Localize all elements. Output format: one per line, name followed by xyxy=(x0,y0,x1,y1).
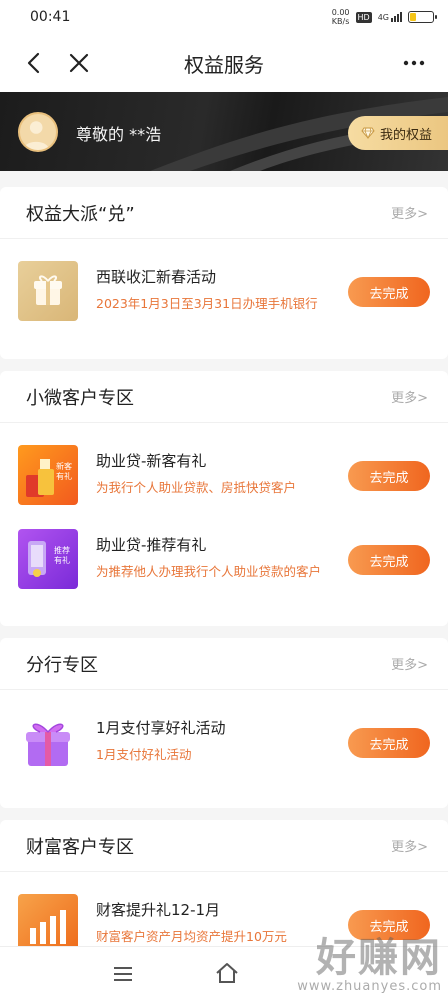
network-speed-value: 0.00 xyxy=(331,8,350,17)
user-avatar-icon xyxy=(23,121,49,150)
section-header: 小微客户专区 更多> xyxy=(0,371,448,423)
complete-button[interactable]: 去完成 xyxy=(348,277,430,307)
watermark-url: www.zhuanyes.com xyxy=(297,979,442,994)
thumb-text-1: 推荐 xyxy=(54,545,70,555)
section-title: 权益大派“兑” xyxy=(26,203,135,225)
more-link[interactable]: 更多> xyxy=(391,654,428,673)
list-item[interactable]: 西联收汇新春活动 2023年1月3日至3月31日办理手机银行 去完成 xyxy=(0,239,448,323)
home-icon[interactable] xyxy=(214,961,240,985)
menu-icon[interactable] xyxy=(112,965,134,983)
item-description: 财富客户资产月均资产提升10万元 xyxy=(96,929,287,944)
new-customer-gift-icon: 新客 有礼 xyxy=(18,445,78,505)
more-link[interactable]: 更多> xyxy=(391,836,428,855)
user-banner: 尊敬的 **浩 我的权益 xyxy=(0,92,448,171)
section-header: 财富客户专区 更多> xyxy=(0,820,448,872)
purple-gift-icon xyxy=(18,712,78,772)
item-title: 助业贷-新客有礼 xyxy=(96,452,207,470)
item-title: 1月支付享好礼活动 xyxy=(96,719,226,737)
item-description: 2023年1月3日至3月31日办理手机银行 xyxy=(96,296,318,311)
network-type: 4G xyxy=(377,13,389,22)
hd-icon: HD xyxy=(355,11,372,23)
list-item[interactable]: 1月支付享好礼活动 1月支付好礼活动 去完成 xyxy=(0,690,448,774)
item-title: 西联收汇新春活动 xyxy=(96,268,217,286)
close-icon[interactable] xyxy=(67,51,91,75)
complete-button[interactable]: 去完成 xyxy=(348,545,430,575)
complete-button[interactable]: 去完成 xyxy=(348,461,430,491)
user-greeting: 尊敬的 **浩 xyxy=(76,125,162,144)
my-rights-label: 我的权益 xyxy=(380,127,433,143)
referral-gift-icon: 推荐 有礼 xyxy=(18,529,78,589)
section-small-micro-customers: 小微客户专区 更多> 新客 有礼 助业贷-新客有礼 为我行个人助业贷款、房抵快贷… xyxy=(0,371,448,626)
watermark-title: 好赚网 xyxy=(316,935,442,981)
status-bar: 00:41 0.00 KB/s HD 4G xyxy=(0,0,448,34)
bottom-bar: 好赚网 www.zhuanyes.com xyxy=(0,937,448,1000)
list-item[interactable]: 新客 有礼 助业贷-新客有礼 为我行个人助业贷款、房抵快贷客户 去完成 xyxy=(0,423,448,507)
watermark: 好赚网 www.zhuanyes.com xyxy=(297,937,442,994)
section-title: 分行专区 xyxy=(26,654,98,676)
complete-button[interactable]: 去完成 xyxy=(348,728,430,758)
item-description: 1月支付好礼活动 xyxy=(96,747,192,762)
section-title: 财富客户专区 xyxy=(26,836,134,858)
bar-chart-icon xyxy=(18,894,78,954)
more-link[interactable]: 更多> xyxy=(391,203,428,222)
diamond-icon xyxy=(361,127,375,139)
my-rights-button[interactable]: 我的权益 xyxy=(348,116,448,150)
signal-icon: 4G xyxy=(378,12,402,22)
avatar[interactable] xyxy=(18,112,58,152)
section-header: 分行专区 更多> xyxy=(0,638,448,690)
item-description: 为我行个人助业贷款、房抵快贷客户 xyxy=(96,480,297,495)
section-title: 小微客户专区 xyxy=(26,387,134,409)
section-rights-distribution: 权益大派“兑” 更多> 西联收汇新春活动 2023年1月3日至3月31日办理手机… xyxy=(0,187,448,359)
more-link[interactable]: 更多> xyxy=(391,387,428,406)
thumb-text-2: 有礼 xyxy=(56,471,72,481)
thumb-text-1: 新客 xyxy=(56,461,72,471)
section-branch: 分行专区 更多> 1月支付享好礼活动 1月支付好礼活动 去完成 xyxy=(0,638,448,808)
status-time: 00:41 xyxy=(30,9,71,25)
item-description: 为推荐他人办理我行个人助业贷款的客户 xyxy=(96,564,322,579)
battery-level xyxy=(410,13,416,21)
thumb-text-2: 有礼 xyxy=(54,555,70,565)
network-speed: 0.00 KB/s xyxy=(332,8,350,26)
item-title: 助业贷-推荐有礼 xyxy=(96,536,207,554)
chevron-left-icon[interactable] xyxy=(22,51,46,75)
item-title: 财客提升礼12-1月 xyxy=(96,901,221,919)
list-item[interactable]: 推荐 有礼 助业贷-推荐有礼 为推荐他人办理我行个人助业贷款的客户 去完成 xyxy=(0,507,448,591)
network-speed-unit: KB/s xyxy=(331,17,350,26)
gift-box-icon xyxy=(18,261,78,321)
more-dots-icon[interactable] xyxy=(402,51,426,75)
section-header: 权益大派“兑” 更多> xyxy=(0,187,448,239)
battery-icon xyxy=(408,11,437,23)
status-icons: 0.00 KB/s HD 4G xyxy=(332,8,437,26)
nav-bar: 权益服务 xyxy=(0,34,448,92)
